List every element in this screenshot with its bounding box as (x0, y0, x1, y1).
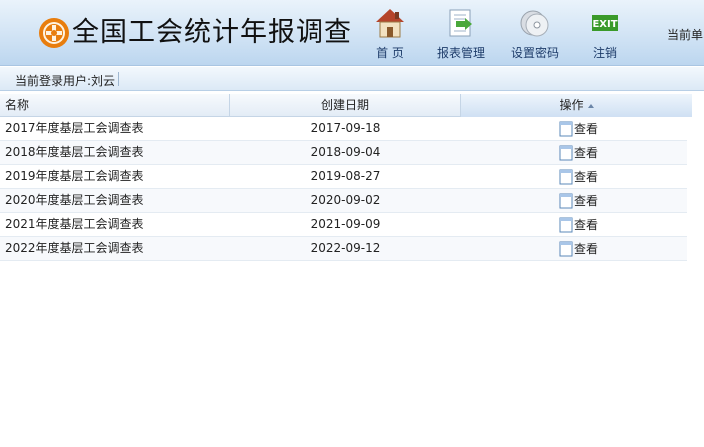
nav-report-button[interactable]: 报表管理 (431, 6, 491, 62)
grid-body: 2017年度基层工会调查表 2017-09-18 查看 2018年度基层工会调查… (0, 117, 692, 261)
document-icon (559, 193, 573, 209)
row-name: 2021年度基层工会调查表 (5, 217, 144, 231)
table-row: 2017年度基层工会调查表 2017-09-18 查看 (0, 117, 687, 141)
view-button[interactable]: 查看 (559, 144, 598, 162)
sort-ascending-icon (587, 104, 594, 108)
column-header-name[interactable]: 名称 (0, 94, 230, 117)
report-arrow-icon (449, 9, 472, 37)
table-row: 2022年度基层工会调查表 2022-09-12 查看 (0, 237, 687, 261)
row-name: 2017年度基层工会调查表 (5, 121, 144, 135)
row-name: 2022年度基层工会调查表 (5, 241, 144, 255)
row-date: 2021-09-09 (310, 217, 381, 231)
app-header: 全国工会统计年报调查 首 页 报表管理 设置密码 EXIT 注销 当前单 (0, 0, 704, 66)
document-icon (559, 145, 573, 161)
table-row: 2018年度基层工会调查表 2018-09-04 查看 (0, 141, 687, 165)
column-header-date[interactable]: 创建日期 (230, 94, 461, 117)
table-row: 2019年度基层工会调查表 2019-08-27 查看 (0, 165, 687, 189)
nav-home-button[interactable]: 首 页 (365, 6, 415, 62)
login-bar: 当前登录用户:刘云 (0, 67, 704, 91)
nav-logout-label: 注销 (592, 46, 617, 60)
row-date: 2020-09-02 (310, 193, 381, 207)
house-icon (376, 9, 404, 38)
view-button[interactable]: 查看 (559, 192, 598, 210)
document-icon (559, 169, 573, 185)
nav-password-label: 设置密码 (510, 46, 559, 60)
svg-text:EXIT: EXIT (592, 19, 617, 30)
view-button[interactable]: 查看 (559, 120, 598, 138)
row-date: 2022-09-12 (310, 241, 381, 255)
exit-icon: EXIT (592, 15, 618, 31)
nav-logout-button[interactable]: EXIT 注销 (580, 6, 630, 62)
current-unit-label: 当前单 (667, 28, 704, 42)
report-grid: 名称 创建日期 操作 2017年度基层工会调查表 2017-09-18 查看 2… (0, 94, 692, 261)
nav-home-label: 首 页 (376, 46, 404, 60)
row-name: 2020年度基层工会调查表 (5, 193, 144, 207)
nav-report-label: 报表管理 (436, 46, 485, 60)
view-button[interactable]: 查看 (559, 168, 598, 186)
row-date: 2018-09-04 (310, 145, 381, 159)
view-button[interactable]: 查看 (559, 240, 598, 258)
row-date: 2017-09-18 (310, 121, 381, 135)
disc-icon (520, 10, 549, 37)
login-bar-divider (118, 72, 119, 86)
row-name: 2019年度基层工会调查表 (5, 169, 144, 183)
grid-header: 名称 创建日期 操作 (0, 94, 692, 117)
table-row: 2021年度基层工会调查表 2021-09-09 查看 (0, 213, 687, 237)
document-icon (559, 217, 573, 233)
document-icon (559, 241, 573, 257)
union-logo-icon (39, 18, 69, 48)
document-icon (559, 121, 573, 137)
row-date: 2019-08-27 (310, 169, 381, 183)
nav-password-button[interactable]: 设置密码 (505, 6, 565, 62)
column-header-action[interactable]: 操作 (461, 94, 692, 117)
row-name: 2018年度基层工会调查表 (5, 145, 144, 159)
table-row: 2020年度基层工会调查表 2020-09-02 查看 (0, 189, 687, 213)
current-user-text: 当前登录用户:刘云 (15, 74, 116, 88)
view-button[interactable]: 查看 (559, 216, 598, 234)
app-title: 全国工会统计年报调查 (72, 17, 352, 48)
